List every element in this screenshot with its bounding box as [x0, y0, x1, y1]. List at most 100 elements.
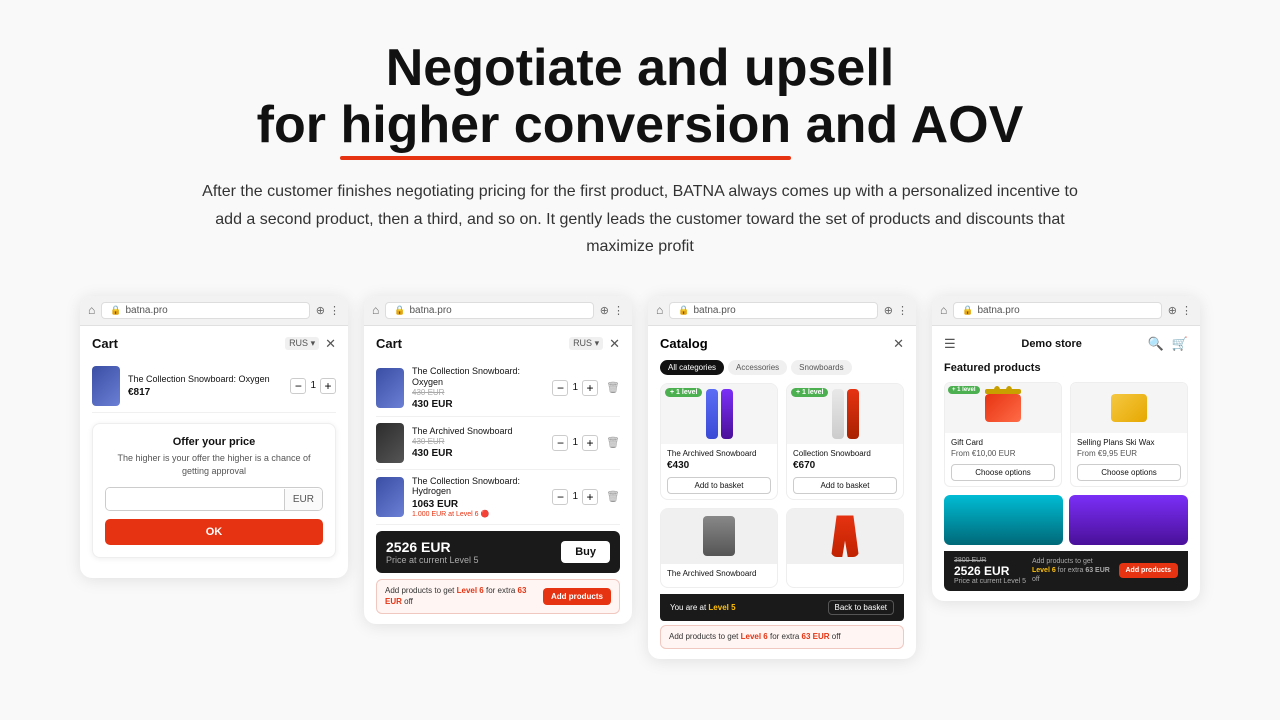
choose-btn-4-1[interactable]: Choose options: [951, 464, 1055, 481]
close-btn-2[interactable]: ✕: [609, 336, 620, 352]
catalog-header-3: Catalog ✕: [660, 336, 904, 352]
menu-icon-1: ⋮: [329, 304, 340, 317]
cart-header-1: Cart RUS ▾ ✕: [92, 336, 336, 352]
store-old-price-4: 3800 EUR: [954, 557, 1026, 564]
store-products-grid-4: + 1 level Gift Card From: [944, 382, 1188, 487]
trash-icon-2-3[interactable]: 🗑: [606, 490, 620, 503]
home-icon-2: ⌂: [372, 303, 379, 317]
board-white-3-2: [832, 389, 844, 439]
browser-bar-4: ⌂ 🔒 batna.pro ⊕ ⋮: [932, 296, 1200, 326]
product-name-3-3: The Archived Snowboard: [667, 569, 771, 578]
snowboard-img-3-1: [706, 389, 733, 439]
hamburger-icon-4[interactable]: ☰: [944, 336, 956, 352]
cart-title-1: Cart: [92, 336, 118, 351]
qty-plus-1-1[interactable]: +: [320, 378, 336, 394]
home-icon-3: ⌂: [656, 303, 663, 317]
cart-title-2: Cart: [376, 336, 402, 351]
offer-input[interactable]: [106, 488, 284, 510]
grey-jacket-3-3: [703, 516, 735, 556]
browser-url-4[interactable]: 🔒 batna.pro: [953, 302, 1162, 319]
browser-url-2[interactable]: 🔒 batna.pro: [385, 302, 594, 319]
trash-icon-2-1[interactable]: 🗑: [606, 381, 620, 394]
add-basket-btn-3-1[interactable]: Add to basket: [667, 477, 771, 494]
purple-board: [1069, 495, 1188, 545]
cart-item-1-1: The Collection Snowboard: Oxygen €817 − …: [92, 360, 336, 413]
wax-block-4-2: [1111, 394, 1147, 422]
search-icon-4[interactable]: 🔍: [1148, 336, 1164, 352]
qty-plus-2-3[interactable]: +: [582, 489, 598, 505]
qty-minus-2-1[interactable]: −: [552, 380, 568, 396]
ok-button[interactable]: OK: [105, 519, 323, 545]
cart-total-price-2: 2526 EUR: [386, 539, 479, 555]
browser-actions-4: ⊕ ⋮: [1168, 304, 1192, 317]
offer-title: Offer your price: [105, 436, 323, 448]
level-bar-3: You are at Level 5 Back to basket: [660, 594, 904, 621]
product-card-3-2: + 1 level Collection Snowboard €670 Add …: [786, 383, 904, 500]
cart-item-orig-2-2: 430 EUR: [412, 437, 544, 446]
catalog-title-3: Catalog: [660, 336, 708, 352]
card-3: ⌂ 🔒 batna.pro ⊕ ⋮ Catalog ✕ All categori…: [648, 296, 916, 659]
store-upsell-text-4: Add products to get Level 6 for extra 63…: [1032, 557, 1113, 584]
upsell-text-2: Add products to get Level 6 for extra 63…: [385, 586, 537, 607]
headline-line1: Negotiate and upsell: [257, 40, 1024, 97]
product-img-2-2: [376, 423, 404, 463]
upsell-bar-3: Add products to get Level 6 for extra 63…: [660, 625, 904, 649]
qty-control-2-2: − 1 +: [552, 435, 598, 451]
upsell-bar-2: Add products to get Level 6 for extra 63…: [376, 579, 620, 614]
product-name-3-2: Collection Snowboard: [793, 449, 897, 458]
cart-item-2-2: The Archived Snowboard 430 EUR 430 EUR −…: [376, 417, 620, 470]
qty-minus-2-2[interactable]: −: [552, 435, 568, 451]
browser-bar-2: ⌂ 🔒 batna.pro ⊕ ⋮: [364, 296, 632, 326]
tab-count-1: ⊕: [316, 304, 325, 317]
browser-bar-3: ⌂ 🔒 batna.pro ⊕ ⋮: [648, 296, 916, 326]
browser-actions-1: ⊕ ⋮: [316, 304, 340, 317]
cart-item-name-1-1: The Collection Snowboard: Oxygen: [128, 374, 282, 385]
lock-icon-1: 🔒: [110, 305, 121, 316]
qty-num-2-1: 1: [572, 382, 578, 393]
cart-icon-4[interactable]: 🛒: [1172, 336, 1188, 352]
filter-accessories[interactable]: Accessories: [728, 360, 787, 375]
store-product-4-2: Selling Plans Ski Wax From €9,95 EUR Cho…: [1070, 382, 1188, 487]
product-card-3-3: The Archived Snowboard: [660, 508, 778, 588]
add-products-btn-2[interactable]: Add products: [543, 588, 611, 605]
product-info-3-2: Collection Snowboard €670 Add to basket: [787, 444, 903, 499]
product-img-3-1: + 1 level: [661, 384, 777, 444]
product-info-3-1: The Archived Snowboard €430 Add to baske…: [661, 444, 777, 499]
cart-item-info-2-3: The Collection Snowboard: Hydrogen 1063 …: [412, 476, 544, 519]
qty-minus-1-1[interactable]: −: [290, 378, 306, 394]
menu-icon-2: ⋮: [613, 304, 624, 317]
tab-count-4: ⊕: [1168, 304, 1177, 317]
filter-snowboards[interactable]: Snowboards: [791, 360, 851, 375]
product-name-3-1: The Archived Snowboard: [667, 449, 771, 458]
cart-item-info-2-1: The Collection Snowboard: Oxygen 430 EUR…: [412, 366, 544, 410]
teal-board: [944, 495, 1063, 545]
store-product-name-4-2: Selling Plans Ski Wax: [1077, 438, 1181, 447]
cart-header-2: Cart RUS ▾ ✕: [376, 336, 620, 352]
offer-box: Offer your price The higher is your offe…: [92, 423, 336, 558]
filter-all[interactable]: All categories: [660, 360, 724, 375]
qty-plus-2-2[interactable]: +: [582, 435, 598, 451]
catalog-close-3[interactable]: ✕: [893, 336, 904, 352]
browser-url-1[interactable]: 🔒 batna.pro: [101, 302, 310, 319]
buy-button-2[interactable]: Buy: [561, 541, 610, 563]
cart-controls-2: RUS ▾ ✕: [569, 336, 620, 352]
add-basket-btn-3-2[interactable]: Add to basket: [793, 477, 897, 494]
store-panel-4: ☰ Demo store 🔍 🛒 Featured products + 1 l…: [932, 326, 1200, 601]
cart-item-note-2-3: 1.000 EUR at Level 6 🔴: [412, 510, 544, 518]
back-to-basket-btn-3[interactable]: Back to basket: [828, 600, 894, 615]
store-add-btn-4[interactable]: Add products: [1119, 563, 1179, 578]
qty-minus-2-3[interactable]: −: [552, 489, 568, 505]
qty-num-2-3: 1: [572, 491, 578, 502]
trash-icon-2-2[interactable]: 🗑: [606, 436, 620, 449]
close-btn-1[interactable]: ✕: [325, 336, 336, 352]
qty-plus-2-1[interactable]: +: [582, 380, 598, 396]
tab-count-2: ⊕: [600, 304, 609, 317]
filter-tabs-3: All categories Accessories Snowboards: [660, 360, 904, 375]
offer-subtitle: The higher is your offer the higher is a…: [105, 452, 323, 477]
subtitle: After the customer finishes negotiating …: [190, 178, 1090, 260]
store-price-section-4: 3800 EUR 2526 EUR Price at current Level…: [954, 557, 1026, 585]
browser-url-3[interactable]: 🔒 batna.pro: [669, 302, 878, 319]
cart-item-info-2-2: The Archived Snowboard 430 EUR 430 EUR: [412, 426, 544, 459]
choose-btn-4-2[interactable]: Choose options: [1077, 464, 1181, 481]
cart-item-2-3: The Collection Snowboard: Hydrogen 1063 …: [376, 470, 620, 526]
